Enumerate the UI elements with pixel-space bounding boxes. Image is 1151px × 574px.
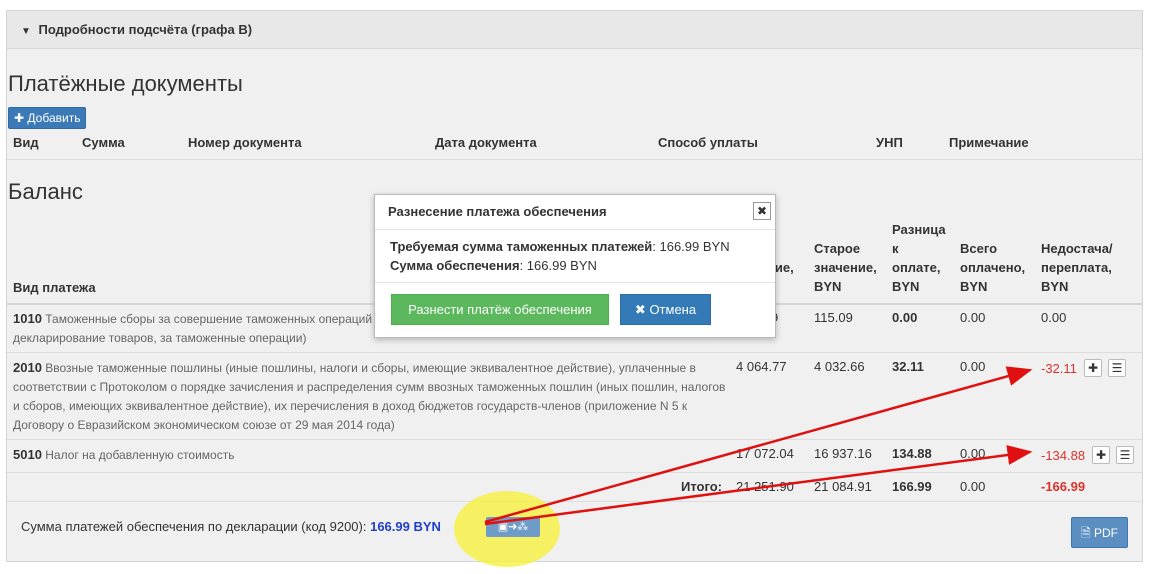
close-button[interactable]: ✖ xyxy=(753,202,771,220)
dialog-body: Требуемая сумма таможенных платежей: 166… xyxy=(375,230,775,283)
required-sum-line: Требуемая сумма таможенных платежей: 166… xyxy=(390,239,730,254)
cancel-label: Отмена xyxy=(649,302,697,317)
cancel-button[interactable]: ✖ Отмена xyxy=(620,294,711,325)
dialog-title: Разнесение платежа обеспечения xyxy=(388,204,607,219)
security-sum-line: Сумма обеспечения: 166.99 BYN xyxy=(390,258,597,273)
distribute-security-dialog: Разнесение платежа обеспечения ✖ Требуем… xyxy=(374,194,776,338)
dialog-header: Разнесение платежа обеспечения ✖ xyxy=(375,195,775,230)
apply-security-button[interactable]: Разнести платёж обеспечения xyxy=(391,294,609,325)
close-icon: ✖ xyxy=(634,302,646,317)
close-icon: ✖ xyxy=(756,204,768,218)
arrow-to-5010 xyxy=(484,445,1033,526)
arrow-to-2010 xyxy=(484,366,1033,524)
